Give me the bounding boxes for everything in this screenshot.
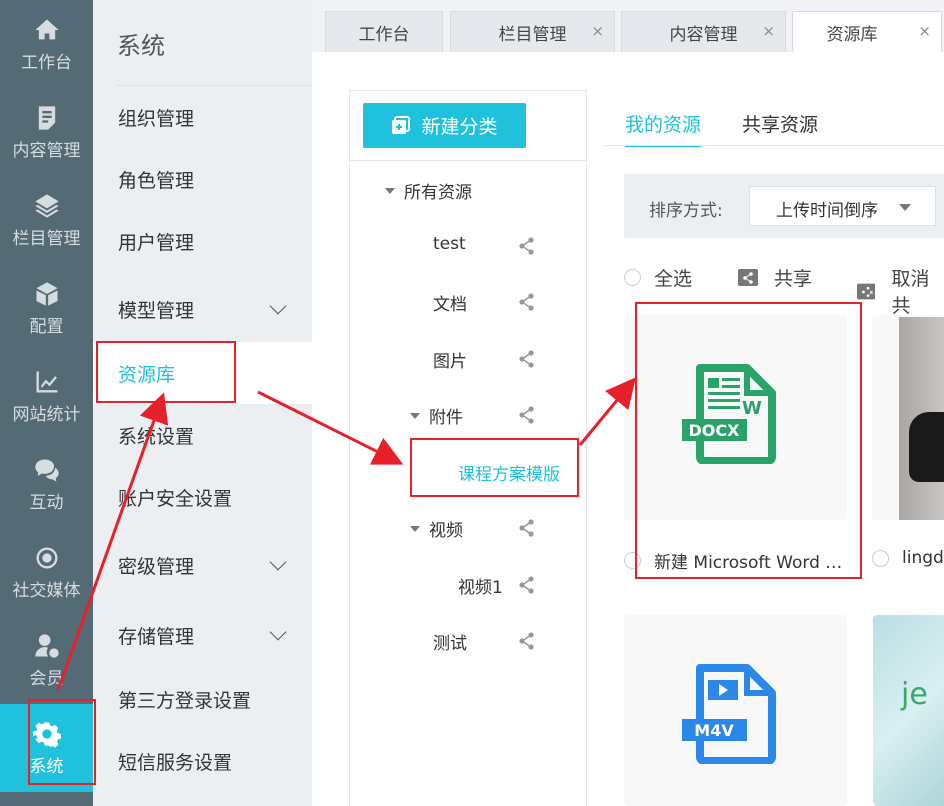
menu-item-security[interactable]: 账户安全设置 [93, 466, 312, 528]
tree-node[interactable]: 图片 [433, 347, 467, 372]
member-icon [34, 633, 59, 658]
file-card-m4v[interactable]: M4V [624, 615, 847, 806]
system-menu: 系统 组织管理 角色管理 用户管理 模型管理 资源库 系统设置 账户安全设置 密… [93, 0, 312, 806]
tree-node[interactable]: 附件 [410, 403, 463, 428]
share-icon[interactable] [518, 237, 536, 255]
chevron-down-icon [269, 297, 287, 315]
menu-item-sms[interactable]: 短信服务设置 [93, 730, 312, 792]
rail-item-config[interactable]: 配置 [0, 264, 93, 352]
m4v-badge: M4V [694, 721, 734, 740]
document-icon [38, 105, 55, 130]
rail-item-member[interactable]: 会员 [0, 616, 93, 704]
photo-thumbnail [899, 317, 944, 520]
caret-down-icon [899, 204, 911, 211]
thumbnail-text: je [901, 677, 928, 712]
tree-node[interactable]: test [433, 234, 466, 254]
sort-label: 排序方式: [649, 201, 723, 221]
menu-item-third-party-login[interactable]: 第三方登录设置 [93, 668, 312, 730]
unshare-folder-icon [857, 283, 876, 299]
chat-icon [34, 459, 59, 482]
video-file-icon: M4V [682, 664, 776, 764]
chevron-down-icon [269, 553, 287, 571]
tree-node-selected[interactable]: 课程方案模版 [458, 460, 560, 485]
close-icon[interactable]: × [918, 22, 931, 40]
tab-shared-resources[interactable]: 共享资源 [742, 110, 818, 145]
rail-item-content[interactable]: 内容管理 [0, 88, 93, 176]
layers-icon [34, 193, 59, 218]
tree-node-all[interactable]: 所有资源 [385, 178, 472, 203]
add-folder-icon [392, 115, 411, 134]
menu-item-storage[interactable]: 存储管理 [93, 604, 312, 666]
menu-item-classification[interactable]: 密级管理 [93, 534, 312, 596]
tree-node[interactable]: 文档 [433, 290, 467, 315]
menu-item-user[interactable]: 用户管理 [93, 210, 312, 272]
share-icon[interactable] [518, 576, 536, 594]
close-icon[interactable]: × [591, 22, 604, 40]
radio-icon [624, 269, 641, 286]
tab-content[interactable]: 内容管理 × [621, 11, 786, 52]
menu-item-org[interactable]: 组织管理 [93, 86, 312, 148]
new-category-button[interactable]: 新建分类 [363, 103, 526, 148]
share-icon[interactable] [518, 350, 536, 368]
tab-my-resources[interactable]: 我的资源 [625, 110, 702, 147]
share-icon[interactable] [518, 519, 536, 537]
social-icon [35, 547, 57, 568]
radio-icon [624, 552, 641, 569]
tab-bar: 工作台 栏目管理 × 内容管理 × 资源库 × [312, 0, 944, 52]
file-caption[interactable]: lingda [872, 548, 944, 568]
tree-node[interactable]: 测试 [433, 629, 467, 654]
category-tree: 新建分类 所有资源 test 文档 图片 附件 课程方案模版 视频 视频1 测试 [349, 90, 587, 806]
menu-item-role[interactable]: 角色管理 [93, 148, 312, 210]
file-caption[interactable]: 新建 Microsoft Word … [624, 548, 842, 573]
rail-item-columns[interactable]: 栏目管理 [0, 176, 93, 264]
rail-item-workbench[interactable]: 工作台 [0, 0, 93, 88]
tab-columns[interactable]: 栏目管理 × [450, 11, 615, 52]
menu-item-resource[interactable]: 资源库 [93, 342, 312, 404]
tab-workbench[interactable]: 工作台 [325, 11, 443, 52]
menu-title: 系统 [117, 32, 165, 60]
share-icon[interactable] [518, 632, 536, 650]
menu-item-model[interactable]: 模型管理 [93, 278, 312, 340]
rail-item-social[interactable]: 社交媒体 [0, 528, 93, 616]
file-card-docx[interactable]: W DOCX [624, 315, 847, 520]
file-card-image[interactable] [872, 315, 944, 520]
caret-down-icon [410, 525, 420, 532]
select-all-checkbox[interactable]: 全选 [624, 264, 692, 291]
menu-item-settings[interactable]: 系统设置 [93, 404, 312, 466]
home-icon [34, 19, 59, 39]
divider [605, 145, 944, 146]
docx-mark: W [742, 398, 762, 419]
file-card-image-2[interactable]: je [873, 615, 944, 806]
tree-node[interactable]: 视频 [410, 516, 463, 541]
docx-badge: DOCX [689, 421, 741, 440]
rail-item-system[interactable]: 系统 [0, 704, 93, 792]
divider [350, 160, 586, 161]
share-icon[interactable] [518, 406, 536, 424]
share-icon[interactable] [518, 293, 536, 311]
icon-rail: 工作台 内容管理 栏目管理 配置 网站统计 互动 社交媒体 会员 系统 [0, 0, 93, 806]
chart-icon [36, 371, 57, 392]
rail-item-interaction[interactable]: 互动 [0, 440, 93, 528]
share-button[interactable]: 共享 [738, 264, 812, 291]
radio-icon [872, 549, 889, 567]
caret-down-icon [385, 187, 395, 194]
close-icon[interactable]: × [762, 22, 775, 40]
unshare-button[interactable]: 取消共 [857, 264, 944, 318]
photo-subject [909, 412, 944, 482]
rail-item-stats[interactable]: 网站统计 [0, 352, 93, 440]
sort-bar: 排序方式: 上传时间倒序 [624, 174, 944, 238]
share-folder-icon [738, 269, 758, 286]
gear-icon [32, 721, 61, 748]
chevron-down-icon [269, 623, 287, 641]
docx-file-icon: W DOCX [682, 364, 776, 464]
cube-icon [36, 281, 57, 306]
tree-node[interactable]: 视频1 [458, 573, 503, 598]
caret-down-icon [410, 412, 420, 419]
sort-select[interactable]: 上传时间倒序 [749, 186, 936, 226]
tab-resource[interactable]: 资源库 × [792, 11, 942, 52]
